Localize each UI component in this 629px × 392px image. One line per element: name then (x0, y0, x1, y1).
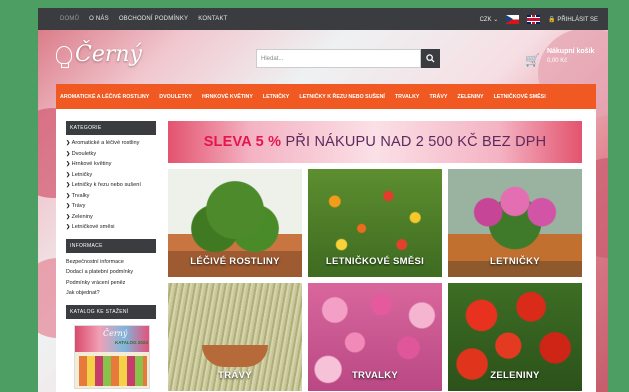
logo-text: Černý (75, 42, 142, 67)
tile-vegetables[interactable]: ZELENINY (448, 283, 582, 391)
catnav-potted[interactable]: HRNKOVÉ KVĚTINY (202, 94, 253, 100)
cart-info: Nákupní košík 0,00 Kč (547, 48, 594, 64)
tile-annuals[interactable]: LETNIČKY (448, 169, 582, 277)
tile-label: TRÁVY (218, 370, 252, 381)
promo-banner[interactable]: SLEVA 5 % PŘI NÁKUPU NAD 2 500 KČ BEZ DP… (168, 121, 582, 163)
top-nav-home[interactable]: DOMŮ (60, 16, 79, 22)
catnav-mixes[interactable]: LETNIČKOVÉ SMĚSI (494, 94, 546, 100)
info-link-delivery[interactable]: Dodací a platební podmínky (66, 267, 156, 278)
top-bar: DOMŮ O NÁS OBCHODNÍ PODMÍNKY KONTAKT CZK… (38, 8, 608, 30)
top-nav-terms[interactable]: OBCHODNÍ PODMÍNKY (119, 16, 188, 22)
top-nav-contact[interactable]: KONTAKT (198, 16, 227, 22)
promo-condition: PŘI NÁKUPU NAD 2 500 KČ BEZ DPH (281, 134, 547, 150)
catalog-download-image[interactable]: Černý KATALOG 2024 (74, 324, 150, 389)
tile-perennials[interactable]: TRVALKY (308, 283, 442, 391)
sidebar: KATEGORIE Aromatické a léčivé rostliny D… (66, 121, 156, 389)
categories-heading: KATEGORIE (66, 121, 156, 135)
promo-text: SLEVA 5 % PŘI NÁKUPU NAD 2 500 KČ BEZ DP… (204, 134, 547, 150)
shopping-cart[interactable]: 🛒 Nákupní košík 0,00 Kč (525, 48, 594, 66)
tile-label: LÉČIVÉ ROSTLINY (190, 256, 280, 267)
catalog-cover-title: KATALOG 2024 (115, 339, 148, 345)
info-list: Bezpečnostní informace Dodací a platební… (66, 253, 156, 305)
tile-label: ZELENINY (490, 370, 540, 381)
categories-list: Aromatické a léčivé rostliny Dvouletky H… (66, 135, 156, 239)
chevron-down-icon: ⌄ (493, 16, 499, 23)
catnav-vegetables[interactable]: ZELENINY (457, 94, 483, 100)
catalog-cover-grid (79, 355, 147, 386)
top-bar-right: CZK ⌄ 🔒 PŘIHLÁSIT SE (480, 14, 598, 24)
catnav-grasses[interactable]: TRÁVY (429, 94, 447, 100)
tile-label: LETNIČKY (490, 256, 540, 267)
info-heading: INFORMACE (66, 238, 156, 253)
search-icon (426, 54, 435, 63)
catnav-perennials[interactable]: TRVALKY (395, 94, 420, 100)
cart-title: Nákupní košík (546, 48, 595, 55)
browser-viewport: DOMŮ O NÁS OBCHODNÍ PODMÍNKY KONTAKT CZK… (38, 8, 608, 392)
info-link-refund[interactable]: Podmínky vrácení peněz (66, 278, 156, 289)
search-input[interactable]: Hledat... (256, 49, 421, 68)
catnav-cut-annuals[interactable]: LETNIČKY K ŘEZU NEBO SUŠENÍ (299, 94, 385, 100)
tile-annual-mixes[interactable]: LETNIČKOVÉ SMĚSI (308, 169, 442, 277)
login-label: PŘIHLÁSIT SE (557, 16, 598, 23)
sidebar-item-biennials[interactable]: Dvouletky (66, 149, 156, 160)
currency-label: CZK (479, 16, 492, 23)
sidebar-item-grasses[interactable]: Trávy (66, 201, 156, 212)
info-link-how-to-order[interactable]: Jak objednat? (66, 288, 156, 299)
sidebar-item-annuals[interactable]: Letničky (66, 170, 156, 181)
info-link-safety[interactable]: Bezpečnostní informace (66, 257, 156, 268)
catalog-heading: KATALOG KE STAŽENÍ (66, 304, 156, 319)
catalog-logo: Černý (103, 328, 128, 338)
lightbulb-logo-icon (56, 45, 72, 68)
sidebar-item-vegetables[interactable]: Zeleniny (66, 212, 156, 223)
sidebar-item-mixes[interactable]: Letničkové směsi (66, 222, 156, 233)
tile-label: LETNIČKOVÉ SMĚSI (325, 256, 425, 267)
top-nav-about[interactable]: O NÁS (89, 16, 109, 22)
top-nav: DOMŮ O NÁS OBCHODNÍ PODMÍNKY KONTAKT (60, 16, 228, 22)
login-link[interactable]: 🔒 PŘIHLÁSIT SE (548, 16, 598, 23)
catnav-biennials[interactable]: DVOULETKY (159, 94, 192, 100)
tile-medicinal-plants[interactable]: LÉČIVÉ ROSTLINY (168, 169, 302, 277)
sidebar-item-perennials[interactable]: Trvalky (66, 191, 156, 202)
uk-flag-icon[interactable] (527, 14, 541, 24)
cart-icon: 🛒 (525, 53, 540, 67)
site-logo[interactable]: Černý (56, 42, 142, 68)
category-nav: AROMATICKÉ A LÉČIVÉ ROSTLINY DVOULETKY H… (56, 84, 596, 109)
tile-label: TRVALKY (351, 370, 399, 381)
promo-discount: SLEVA 5 % (203, 134, 282, 150)
sidebar-item-aromatic[interactable]: Aromatické a léčivé rostliny (66, 138, 156, 149)
sidebar-item-potted[interactable]: Hrnkové květiny (66, 159, 156, 170)
main-content: KATEGORIE Aromatické a léčivé rostliny D… (56, 109, 596, 392)
sidebar-item-cut-annuals[interactable]: Letničky k řezu nebo sušení (66, 180, 156, 191)
search-button[interactable] (421, 49, 440, 68)
czech-flag-icon[interactable] (506, 14, 520, 24)
currency-select[interactable]: CZK ⌄ (480, 16, 499, 23)
tile-grasses[interactable]: TRÁVY (168, 283, 302, 391)
lock-icon: 🔒 (548, 16, 556, 23)
catnav-annuals[interactable]: LETNIČKY (263, 94, 290, 100)
cart-amount: 0,00 Kč (546, 58, 568, 64)
catnav-aromatic[interactable]: AROMATICKÉ A LÉČIVÉ ROSTLINY (60, 94, 149, 100)
